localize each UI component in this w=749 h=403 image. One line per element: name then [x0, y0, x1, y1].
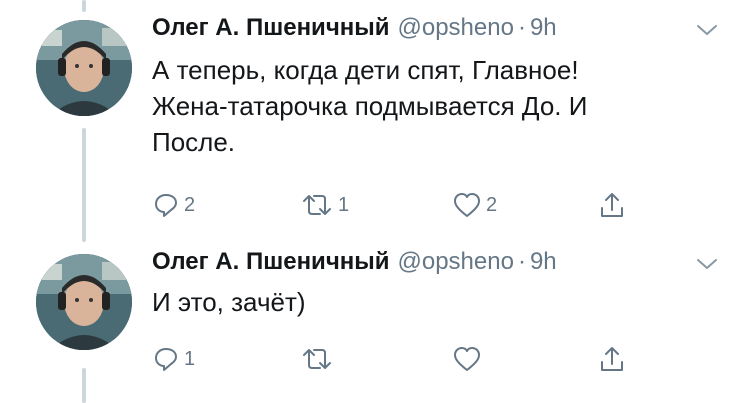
retweet-button[interactable]: 1 — [300, 190, 349, 220]
share-icon — [601, 347, 623, 371]
tweet-2[interactable]: Олег А. Пшеничный @opsheno · 9h И это, з… — [0, 248, 749, 388]
author-name[interactable]: Олег А. Пшеничный — [152, 14, 390, 42]
thread-line-top — [82, 0, 86, 12]
retweet-icon — [303, 349, 331, 369]
tweet-header: Олег А. Пшеничный @opsheno · 9h — [152, 14, 557, 48]
like-button[interactable] — [452, 344, 486, 374]
reply-icon — [155, 348, 177, 371]
tweet-text-line: После. — [152, 127, 236, 157]
heart-icon — [454, 193, 480, 217]
like-count: 2 — [486, 193, 498, 216]
author-handle[interactable]: @opsheno — [398, 248, 514, 276]
avatar[interactable] — [36, 254, 132, 350]
retweet-button[interactable] — [300, 344, 338, 374]
retweet-icon — [303, 195, 331, 215]
avatar[interactable] — [36, 20, 132, 116]
tweet-1[interactable]: Олег А. Пшеничный @opsheno · 9h А теперь… — [0, 14, 749, 230]
tweet-header: Олег А. Пшеничный @opsheno · 9h — [152, 248, 557, 282]
timestamp[interactable]: 9h — [530, 14, 557, 42]
reply-count: 2 — [184, 193, 196, 216]
reply-button[interactable]: 1 — [152, 344, 195, 374]
tweet-text-line: А теперь, когда дети спят, Главное! — [152, 55, 579, 85]
tweet-text-line: Жена-татарочка подмывается До. И — [152, 91, 588, 121]
tweet-actions: 2 1 2 — [152, 190, 652, 220]
separator-dot: · — [517, 14, 526, 41]
author-handle[interactable]: @opsheno — [398, 14, 514, 42]
reply-icon — [155, 194, 177, 217]
heart-icon — [454, 347, 480, 371]
share-button[interactable] — [598, 344, 626, 374]
tweet-actions: 1 — [152, 344, 652, 374]
separator-dot: · — [517, 248, 526, 275]
chevron-down-icon[interactable] — [695, 22, 719, 38]
tweet-text: А теперь, когда дети спят, Главное! Жена… — [152, 52, 712, 160]
tweet-text-line: И это, зачёт) — [152, 287, 306, 317]
share-icon — [601, 193, 623, 217]
tweet-text: И это, зачёт) — [152, 284, 712, 320]
author-name[interactable]: Олег А. Пшеничный — [152, 248, 390, 276]
reply-count: 1 — [184, 347, 196, 370]
timestamp[interactable]: 9h — [530, 248, 557, 276]
like-button[interactable]: 2 — [452, 190, 497, 220]
share-button[interactable] — [598, 190, 626, 220]
reply-button[interactable]: 2 — [152, 190, 195, 220]
retweet-count: 1 — [338, 193, 350, 216]
chevron-down-icon[interactable] — [695, 256, 719, 272]
